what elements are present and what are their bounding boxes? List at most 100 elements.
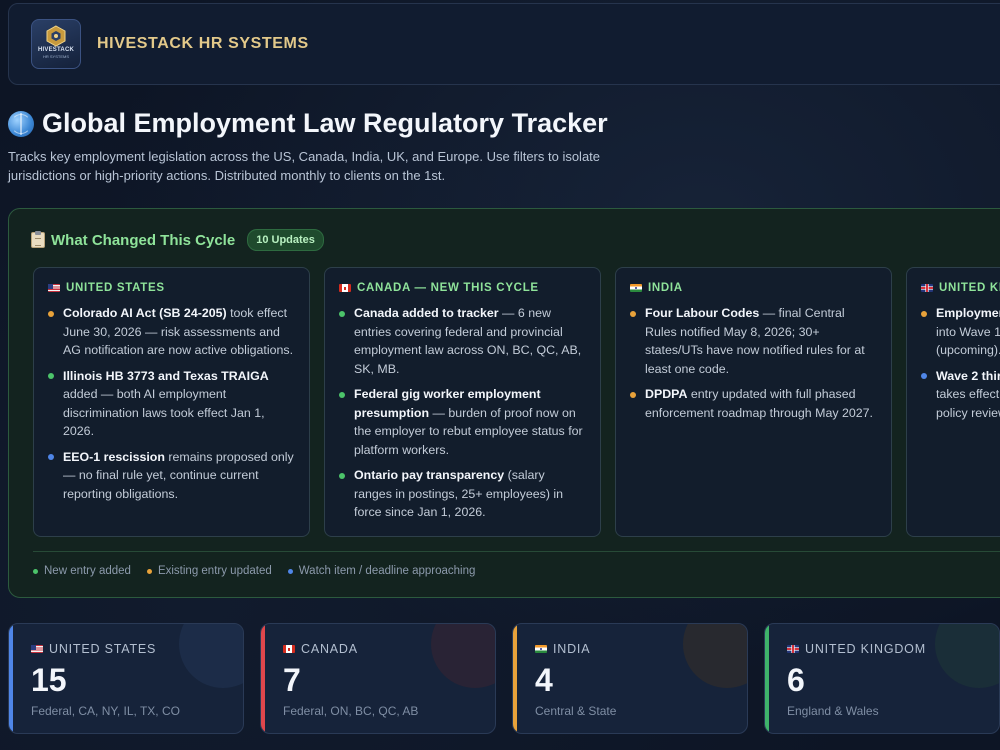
legend-item-watch: Watch item / deadline approaching xyxy=(287,565,476,577)
legend-label: Watch item / deadline approaching xyxy=(298,565,476,577)
change-item-text: EEO-1 rescission remains proposed only —… xyxy=(63,448,295,504)
top-bar: HIVESTACK HR SYSTEMS HIVESTACK HR SYSTEM… xyxy=(8,3,1000,85)
change-item-text: Canada added to tracker — 6 new entries … xyxy=(354,304,586,378)
updates-count-badge: 10 Updates xyxy=(247,229,324,251)
change-item-bold: Colorado AI Act (SB 24-205) xyxy=(63,306,227,320)
change-card-heading: UNITED STATES xyxy=(48,282,295,294)
jurisdiction-cards-row[interactable]: UNITED STATES Colorado AI Act (SB 24-205)… xyxy=(33,267,1000,537)
change-item: Wave 2 third-party harassment liability … xyxy=(921,367,1000,423)
watch-legend-dot-icon xyxy=(287,568,293,574)
updated-legend-dot-icon xyxy=(146,568,152,574)
updated-status-dot-icon xyxy=(630,310,636,317)
change-item-detail: added — both AI employment discriminatio… xyxy=(63,387,265,438)
change-item: Federal gig worker employment presumptio… xyxy=(339,385,586,459)
in-flag-icon xyxy=(630,284,642,292)
change-item: Canada added to tracker — 6 new entries … xyxy=(339,304,586,378)
change-item: Ontario pay transparency (salary ranges … xyxy=(339,466,586,522)
us-flag-icon xyxy=(31,645,43,653)
change-card-heading: CANADA — NEW THIS CYCLE xyxy=(339,282,586,294)
change-item: DPDPA entry updated with full phased enf… xyxy=(630,385,877,422)
change-item-text: Colorado AI Act (SB 24-205) took effect … xyxy=(63,304,295,360)
stat-coverage: Central & State xyxy=(535,704,617,718)
change-item-bold: Wave 2 third-party harassment liability xyxy=(936,368,1000,383)
stat-label-text: UNITED KINGDOM xyxy=(805,642,926,656)
what-changed-title: What Changed This Cycle xyxy=(51,231,236,249)
globe-icon xyxy=(8,110,34,137)
change-card-title: INDIA xyxy=(648,282,683,294)
updated-status-dot-icon xyxy=(48,310,54,317)
legend-divider xyxy=(33,551,1000,552)
jurisdiction-stats-row: UNITED STATES 15 Federal, CA, NY, IL, TX, … xyxy=(8,623,1000,734)
change-item-bold: Employment Rights Act xyxy=(936,306,1000,320)
change-item: Four Labour Codes — final Central Rules … xyxy=(630,304,877,378)
change-item: Employment Rights Act restructured into … xyxy=(921,304,1000,360)
updated-status-dot-icon xyxy=(630,391,636,398)
change-card-ca: CANADA — NEW THIS CYCLE Canada added to t… xyxy=(324,267,601,537)
updated-status-dot-icon xyxy=(921,310,927,317)
uk-flag-icon xyxy=(921,284,933,292)
change-item: EEO-1 rescission remains proposed only —… xyxy=(48,448,295,504)
hexagon-logo-icon xyxy=(46,25,66,47)
legend-item-updated: Existing entry updated xyxy=(146,565,272,577)
stat-card-uk[interactable]: UNITED KINGDOM 6 England & Wales xyxy=(764,623,1000,734)
new-legend-dot-icon xyxy=(33,568,38,574)
new-status-dot-icon xyxy=(339,310,345,317)
clipboard-icon xyxy=(31,231,45,248)
change-item-bold: Canada added to tracker xyxy=(354,306,499,320)
ca-flag-icon xyxy=(283,645,295,653)
change-item-bold: EEO-1 rescission xyxy=(63,449,165,464)
what-changed-header: What Changed This Cycle 10 Updates xyxy=(31,229,324,251)
change-card-heading: UNITED KINGDOM xyxy=(921,282,1000,294)
new-status-dot-icon xyxy=(339,391,345,398)
brand-logo[interactable]: HIVESTACK HR SYSTEMS xyxy=(31,19,81,69)
change-card-in: INDIA Four Labour Codes — final Central R… xyxy=(615,267,892,537)
change-item-text: DPDPA entry updated with full phased enf… xyxy=(645,385,877,422)
watch-status-dot-icon xyxy=(921,373,927,379)
stat-card-ca[interactable]: CANADA 7 Federal, ON, BC, QC, AB xyxy=(260,623,496,734)
change-item-text: Federal gig worker employment presumptio… xyxy=(354,385,586,459)
stat-coverage: England & Wales xyxy=(787,704,879,718)
legend-item-new: New entry added xyxy=(33,565,131,577)
change-item: Colorado AI Act (SB 24-205) took effect … xyxy=(48,304,295,360)
change-card-title: UNITED KINGDOM xyxy=(939,282,1000,294)
change-item-bold: DPDPA xyxy=(645,387,688,401)
what-changed-panel: What Changed This Cycle 10 Updates UNITE… xyxy=(8,208,1000,598)
stat-card-us[interactable]: UNITED STATES 15 Federal, CA, NY, IL, TX, … xyxy=(8,623,244,734)
stat-label-text: INDIA xyxy=(553,642,591,656)
watch-status-dot-icon xyxy=(48,454,54,460)
stat-label-text: UNITED STATES xyxy=(49,642,157,656)
uk-flag-icon xyxy=(787,645,799,653)
change-legend: New entry added Existing entry updated Wat… xyxy=(33,565,475,577)
change-item-bold: Ontario pay transparency xyxy=(354,468,505,482)
change-card-title: UNITED STATES xyxy=(66,282,165,294)
change-item-text: Ontario pay transparency (salary ranges … xyxy=(354,466,586,522)
legend-label: Existing entry updated xyxy=(157,565,272,577)
new-status-dot-icon xyxy=(48,373,54,379)
page-title: Global Employment Law Regulatory Tracker xyxy=(42,108,608,138)
change-card-uk: UNITED KINGDOM Employment Rights Act rest… xyxy=(906,267,1000,537)
change-card-us: UNITED STATES Colorado AI Act (SB 24-205)… xyxy=(33,267,310,537)
us-flag-icon xyxy=(48,284,60,292)
change-item-bold: Four Labour Codes xyxy=(645,306,760,320)
new-status-dot-icon xyxy=(339,472,345,479)
stat-card-in[interactable]: INDIA 4 Central & State xyxy=(512,623,748,734)
page-subtitle: Tracks key employment legislation across… xyxy=(8,149,601,183)
change-item-detail: takes effect — employers should begin po… xyxy=(936,387,1000,420)
stat-coverage: Federal, CA, NY, IL, TX, CO xyxy=(31,704,180,718)
logo-subtext: HR SYSTEMS xyxy=(42,54,69,59)
stat-coverage: Federal, ON, BC, QC, AB xyxy=(283,704,419,718)
change-item-bold: Illinois HB 3773 and Texas TRAIGA xyxy=(63,368,269,383)
change-item-text: Wave 2 third-party harassment liability … xyxy=(936,367,1000,423)
change-item-text: Illinois HB 3773 and Texas TRAIGA added … xyxy=(63,367,295,441)
legend-label: New entry added xyxy=(44,565,131,577)
brand-name: HIVESTACK HR SYSTEMS xyxy=(97,35,309,52)
change-item-text: Four Labour Codes — final Central Rules … xyxy=(645,304,877,378)
stat-label-text: CANADA xyxy=(301,642,358,656)
ca-flag-icon xyxy=(339,284,351,292)
logo-text: HIVESTACK xyxy=(37,47,75,53)
page-title-row: Global Employment Law Regulatory Tracker xyxy=(8,108,608,139)
change-card-title: CANADA — NEW THIS CYCLE xyxy=(357,282,539,294)
in-flag-icon xyxy=(535,645,547,653)
change-card-heading: INDIA xyxy=(630,282,877,294)
change-item: Illinois HB 3773 and Texas TRAIGA added … xyxy=(48,367,295,441)
